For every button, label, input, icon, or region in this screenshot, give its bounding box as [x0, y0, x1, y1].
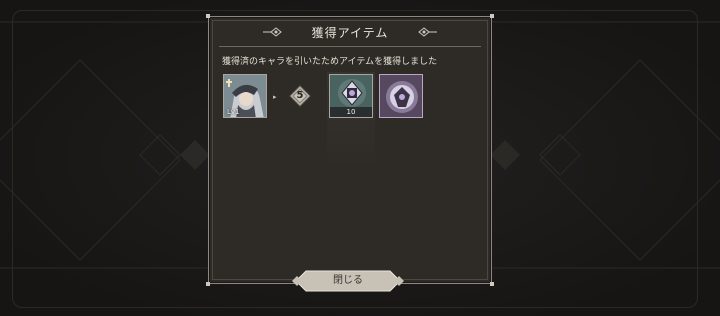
acquired-items-dialog: 獲得アイテム 獲得済のキャラを引いたためアイテムを獲得しました Lv1 ▸ 5	[206, 14, 494, 286]
gem-item-icon	[380, 75, 422, 117]
acquisition-message: 獲得済のキャラを引いたためアイテムを獲得しました	[222, 57, 438, 67]
header-divider	[219, 46, 481, 47]
corner-ornament	[206, 282, 210, 286]
close-button[interactable]: 閉じる	[292, 270, 404, 292]
conversion-badge: 5	[289, 85, 311, 107]
conversion-count: 5	[296, 90, 304, 101]
reward-quantity: 10	[330, 107, 372, 117]
dialog-header: 獲得アイテム	[209, 17, 491, 49]
title-ornament-right-icon	[418, 27, 437, 37]
dialog-title: 獲得アイテム	[311, 26, 389, 40]
character-level: Lv1	[227, 108, 240, 116]
corner-ornament	[490, 282, 494, 286]
reward-item-gem[interactable]	[379, 74, 423, 118]
reward-item-card[interactable]: 10	[329, 74, 373, 118]
conversion-arrow-icon: ▸	[273, 93, 277, 101]
character-slot[interactable]: Lv1	[223, 74, 267, 118]
close-button-label: 閉じる	[333, 275, 363, 286]
